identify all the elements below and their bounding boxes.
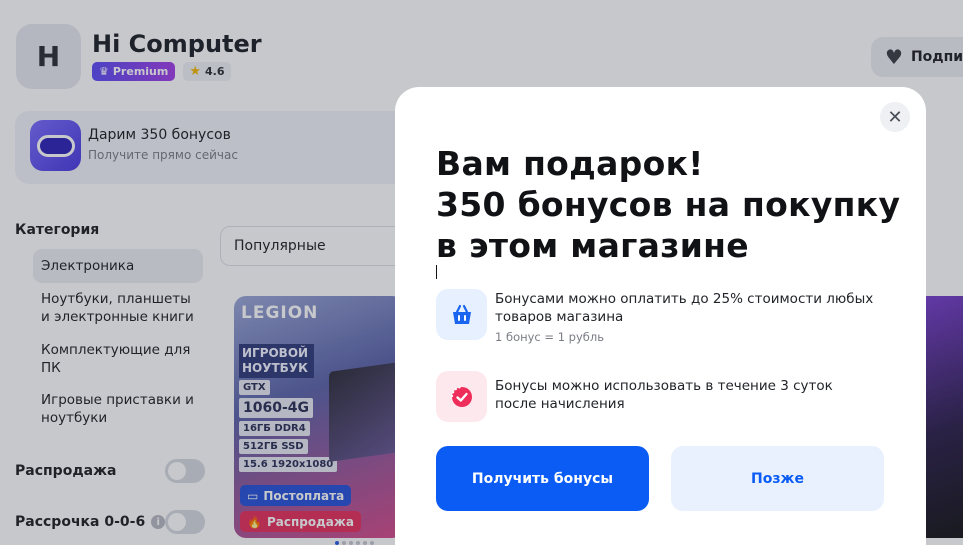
benefit-payment-text: Бонусами можно оплатить до 25% стоимости…	[495, 291, 874, 325]
text-caret	[436, 265, 437, 279]
get-bonuses-button[interactable]: Получить бонусы	[436, 446, 649, 511]
benefit-expiry-text: Бонусы можно использовать в течение 3 су…	[495, 378, 833, 412]
later-button[interactable]: Позже	[671, 446, 884, 511]
bonus-gift-modal: ✕ Вам подарок! 350 бонусов на покупку в …	[395, 87, 926, 545]
benefit-payment-note: 1 бонус = 1 рубль	[495, 330, 604, 344]
benefit-expiry: Бонусы можно использовать в течение 3 су…	[436, 371, 875, 422]
modal-title-text: Вам подарок! 350 бонусов на покупку в эт…	[436, 144, 901, 265]
close-button[interactable]: ✕	[880, 102, 910, 132]
timer-check-icon	[436, 371, 487, 422]
basket-icon	[436, 289, 487, 340]
close-icon: ✕	[887, 106, 903, 128]
modal-title: Вам подарок! 350 бонусов на покупку в эт…	[436, 143, 906, 266]
benefit-payment: Бонусами можно оплатить до 25% стоимости…	[436, 289, 875, 344]
